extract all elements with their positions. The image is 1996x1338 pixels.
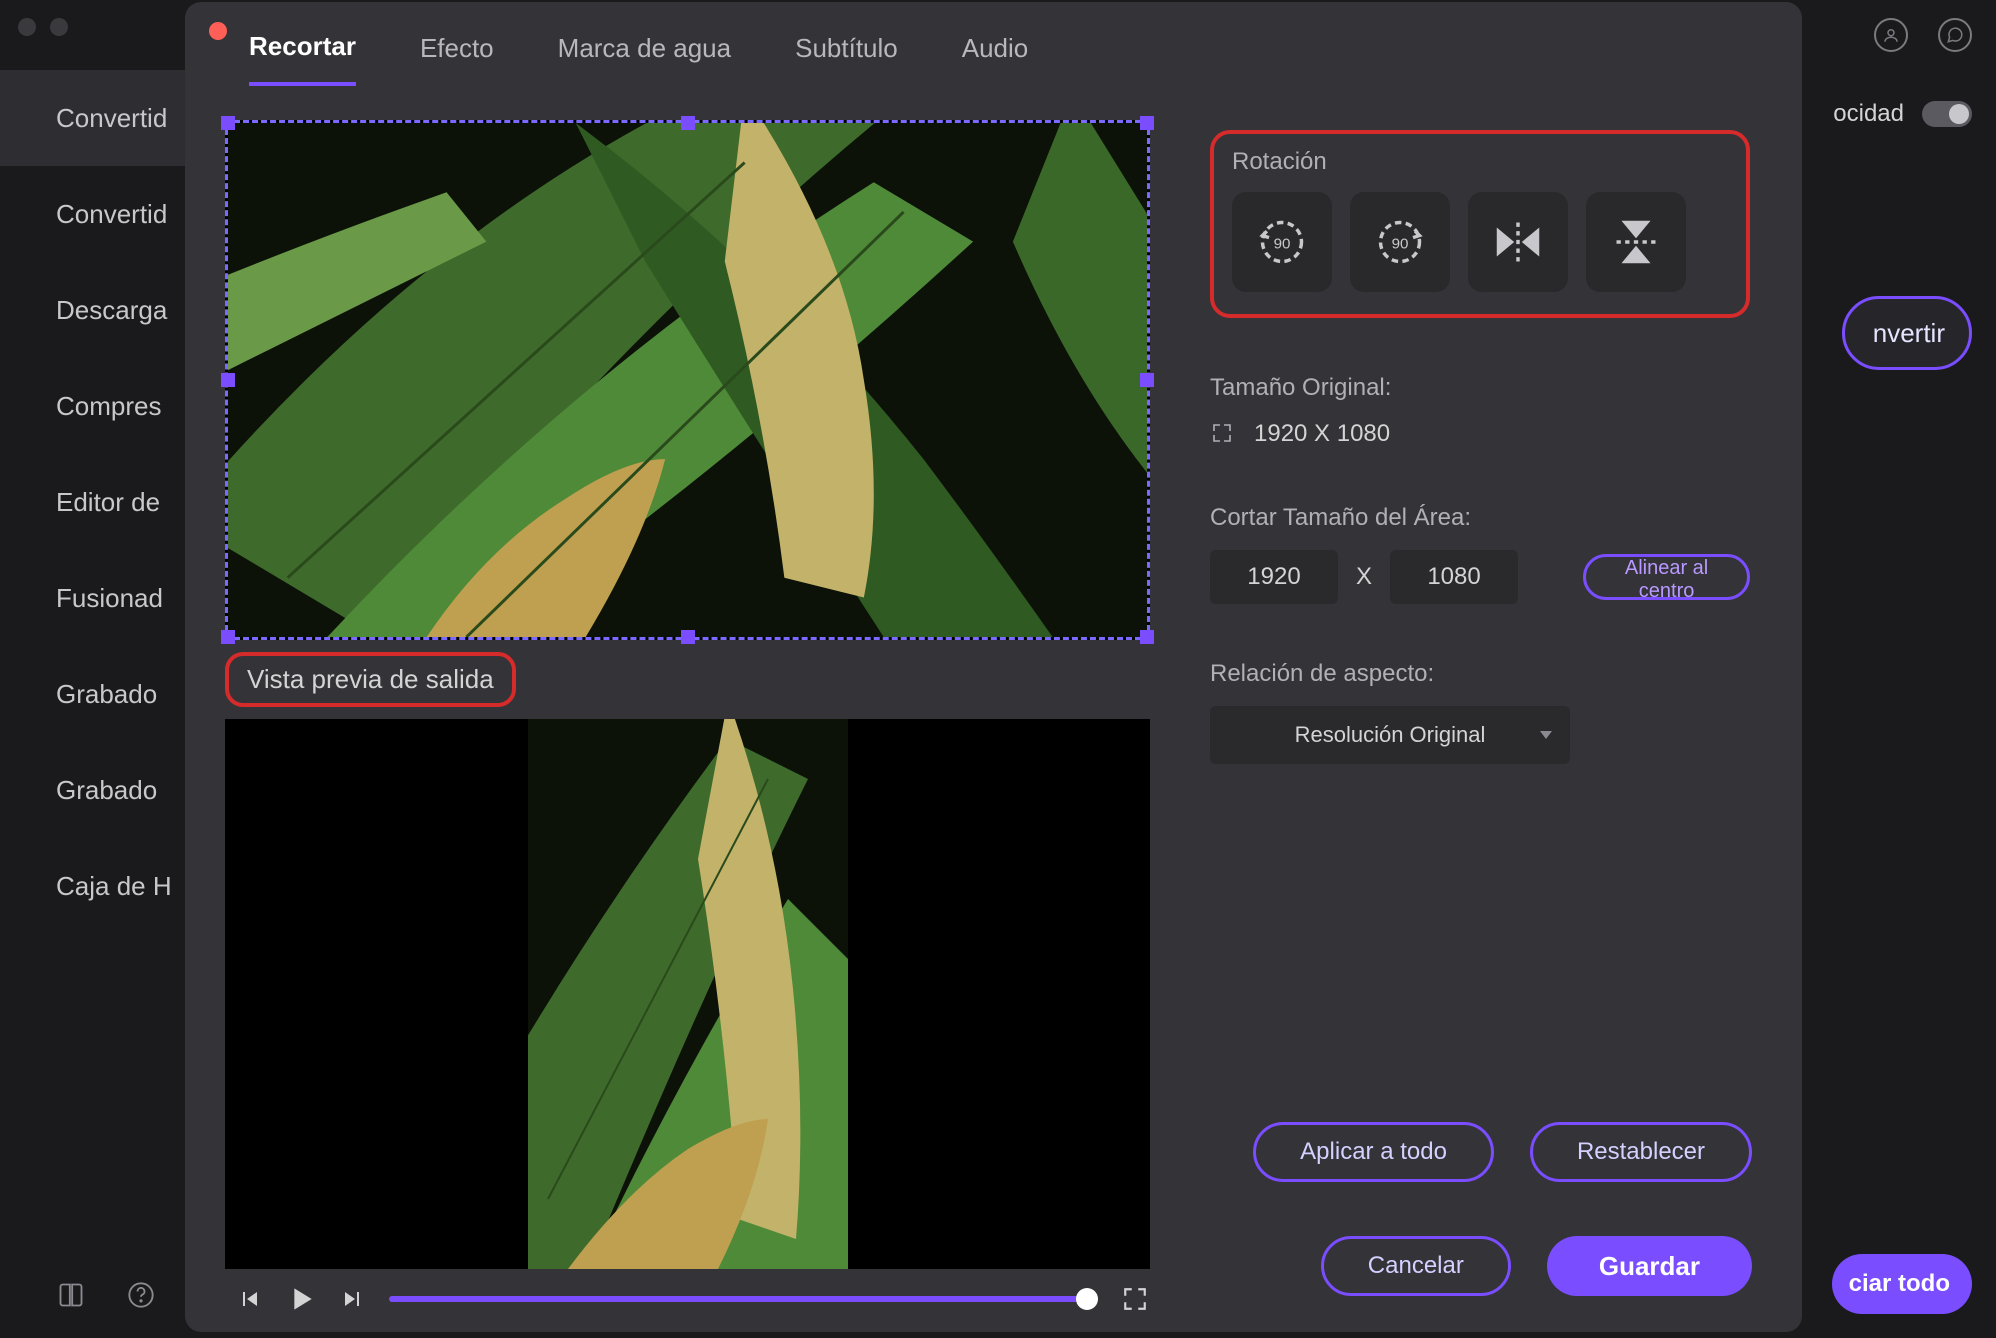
- rotation-box: Rotación 90 90: [1210, 130, 1750, 318]
- reset-button[interactable]: Restablecer: [1530, 1122, 1752, 1182]
- flip-vertical-button[interactable]: [1586, 192, 1686, 292]
- crop-height-input[interactable]: [1390, 550, 1518, 604]
- sidebar-item-toolbox[interactable]: Caja de H: [0, 838, 200, 934]
- output-preview-label: Vista previa de salida: [225, 652, 516, 707]
- rotate-ccw-button[interactable]: 90: [1232, 192, 1332, 292]
- cancel-button[interactable]: Cancelar: [1321, 1236, 1511, 1296]
- minimize-dot[interactable]: [18, 18, 36, 36]
- prev-frame-icon[interactable]: [237, 1287, 261, 1311]
- expand-icon: [1210, 421, 1236, 447]
- aspect-select[interactable]: Resolución Original: [1210, 706, 1570, 764]
- crop-handle[interactable]: [1140, 630, 1154, 644]
- close-icon[interactable]: [209, 22, 227, 40]
- sidebar-item-convert[interactable]: Convertid: [0, 70, 200, 166]
- sidebar-item-recorder1[interactable]: Grabado: [0, 646, 200, 742]
- speed-toggle[interactable]: [1922, 101, 1972, 127]
- player-controls: [225, 1283, 1160, 1315]
- crop-width-input[interactable]: [1210, 550, 1338, 604]
- crop-canvas[interactable]: [225, 120, 1150, 640]
- crop-handle[interactable]: [1140, 116, 1154, 130]
- tab-watermark[interactable]: Marca de agua: [558, 33, 731, 84]
- speed-toggle-row: ocidad: [1833, 100, 1972, 128]
- svg-text:90: 90: [1392, 236, 1409, 253]
- speed-label-partial: ocidad: [1833, 100, 1904, 128]
- crop-size-label: Cortar Tamaño del Área:: [1210, 504, 1750, 532]
- save-button[interactable]: Guardar: [1547, 1236, 1752, 1296]
- apply-all-button[interactable]: Aplicar a todo: [1253, 1122, 1494, 1182]
- flip-horizontal-button[interactable]: [1468, 192, 1568, 292]
- sidebar-item-download[interactable]: Descarga: [0, 262, 200, 358]
- primary-buttons: Cancelar Guardar: [1321, 1236, 1752, 1296]
- tabbar: Recortar Efecto Marca de agua Subtítulo …: [185, 2, 1802, 90]
- crop-handle[interactable]: [221, 116, 235, 130]
- preview-video-frame: [528, 719, 848, 1269]
- align-center-button[interactable]: Alinear al centro: [1583, 554, 1750, 600]
- sidebar: Convertid Convertid Descarga Compres Edi…: [0, 70, 200, 934]
- convert-button-bg[interactable]: nvertir: [1842, 296, 1972, 370]
- aspect-label: Relación de aspecto:: [1210, 660, 1750, 688]
- aspect-selected: Resolución Original: [1295, 722, 1486, 748]
- crop-dialog: Recortar Efecto Marca de agua Subtítulo …: [185, 2, 1802, 1332]
- start-all-button-bg[interactable]: ciar todo: [1832, 1254, 1972, 1314]
- crop-handle[interactable]: [221, 373, 235, 387]
- chat-icon[interactable]: [1938, 18, 1972, 52]
- secondary-buttons: Aplicar a todo Restablecer: [1253, 1122, 1752, 1182]
- crop-handle[interactable]: [221, 630, 235, 644]
- output-preview: [225, 719, 1150, 1269]
- aspect-section: Relación de aspecto: Resolución Original: [1210, 660, 1750, 764]
- tab-subtitle[interactable]: Subtítulo: [795, 33, 898, 84]
- crop-sep: X: [1356, 563, 1372, 591]
- original-size-label: Tamaño Original:: [1210, 374, 1750, 402]
- progress-bar[interactable]: [389, 1296, 1098, 1302]
- crop-handle[interactable]: [681, 116, 695, 130]
- next-frame-icon[interactable]: [341, 1287, 365, 1311]
- sidebar-item-merger[interactable]: Fusionad: [0, 550, 200, 646]
- maximize-dot[interactable]: [50, 18, 68, 36]
- sidebar-item-recorder2[interactable]: Grabado: [0, 742, 200, 838]
- book-icon[interactable]: [56, 1280, 86, 1310]
- tab-efecto[interactable]: Efecto: [420, 33, 494, 84]
- rotation-label: Rotación: [1232, 148, 1728, 176]
- svg-text:90: 90: [1274, 236, 1291, 253]
- sidebar-item-compress[interactable]: Compres: [0, 358, 200, 454]
- play-icon[interactable]: [285, 1283, 317, 1315]
- crop-handle[interactable]: [1140, 373, 1154, 387]
- crop-size-section: Cortar Tamaño del Área: X Alinear al cen…: [1210, 504, 1750, 604]
- original-size-value: 1920 X 1080: [1254, 420, 1390, 448]
- tab-recortar[interactable]: Recortar: [249, 31, 356, 86]
- account-icon[interactable]: [1874, 18, 1908, 52]
- source-video-frame: [228, 123, 1147, 637]
- rotate-cw-button[interactable]: 90: [1350, 192, 1450, 292]
- header-actions: [1874, 18, 1972, 52]
- fullscreen-icon[interactable]: [1122, 1286, 1148, 1312]
- help-icon[interactable]: [126, 1280, 156, 1310]
- help-icons: [56, 1280, 156, 1310]
- original-size-section: Tamaño Original: 1920 X 1080: [1210, 374, 1750, 448]
- sidebar-item-convert2[interactable]: Convertid: [0, 166, 200, 262]
- crop-handle[interactable]: [681, 630, 695, 644]
- sidebar-item-editor[interactable]: Editor de: [0, 454, 200, 550]
- window-controls: [18, 18, 68, 36]
- tab-audio[interactable]: Audio: [962, 33, 1029, 84]
